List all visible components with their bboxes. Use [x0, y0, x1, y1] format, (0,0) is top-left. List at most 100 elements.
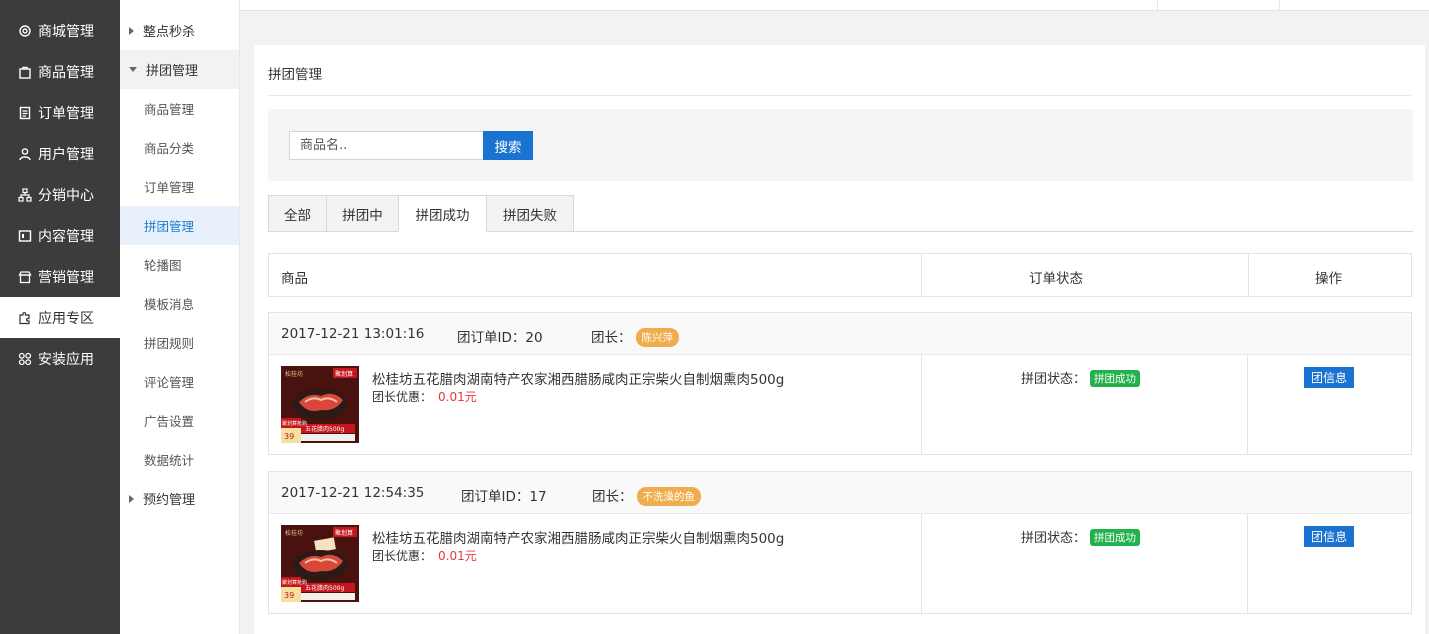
leader-badge: 陈兴萍 [635, 328, 679, 347]
nav-item-label: 营销管理 [38, 269, 94, 286]
tab-success[interactable]: 拼团成功 [398, 195, 487, 232]
column-divider [1247, 355, 1248, 455]
thumb-price: 39 [284, 432, 294, 441]
puzzle-icon [18, 311, 32, 325]
column-divider [1247, 514, 1248, 614]
leader-discount: 团长优惠： 0.01元 [372, 547, 477, 564]
sub-item-comments[interactable]: 评论管理 [120, 362, 239, 401]
tab-in-progress[interactable]: 拼团中 [326, 195, 399, 232]
sub-item-template-msg[interactable]: 模板消息 [120, 284, 239, 323]
search-input[interactable] [289, 131, 484, 160]
sub-item-group-manage[interactable]: 拼团管理 [120, 206, 239, 245]
nav-item-label: 商城管理 [38, 23, 94, 40]
caret-down-icon [129, 67, 137, 72]
sub-group-reservation[interactable]: 预约管理 [120, 479, 239, 518]
group-id-label: 团订单ID： [457, 330, 526, 346]
tab-all[interactable]: 全部 [268, 195, 327, 232]
nav-item-marketing[interactable]: 营销管理 [0, 256, 120, 297]
group-status: 拼团状态： 拼团成功 [1021, 368, 1141, 387]
sub-item-label: 评论管理 [144, 375, 195, 390]
nav-item-label: 应用专区 [38, 310, 94, 327]
group-info-button[interactable]: 团信息 [1304, 526, 1354, 547]
discount-price: 0.01元 [438, 390, 477, 404]
nav-item-label: 商品管理 [38, 64, 94, 81]
group-id-value: 20 [525, 330, 543, 346]
column-divider [921, 514, 922, 614]
sub-item-label: 数据统计 [144, 453, 195, 468]
nav-item-mall[interactable]: 商城管理 [0, 10, 120, 51]
sub-item-label: 商品管理 [144, 102, 195, 117]
sub-item-categories[interactable]: 商品分类 [120, 128, 239, 167]
main-sidebar: 商城管理 商品管理 订单管理 用户管理 分销中心 内容管理 营销管理 应用专区 … [0, 0, 120, 634]
order-date: 2017-12-21 12:54:35 [281, 485, 425, 501]
nav-item-label: 分销中心 [38, 187, 94, 204]
thumb-price: 39 [284, 591, 294, 600]
sub-item-label: 模板消息 [144, 297, 195, 312]
caret-right-icon [129, 494, 134, 503]
sub-group-flash-sale[interactable]: 整点秒杀 [120, 11, 239, 50]
divider [268, 95, 1411, 96]
column-header-action: 操作 [1315, 271, 1342, 287]
sub-item-orders[interactable]: 订单管理 [120, 167, 239, 206]
status-tabs: 全部 拼团中 拼团成功 拼团失败 [268, 195, 1413, 232]
sub-item-ads[interactable]: 广告设置 [120, 401, 239, 440]
product-thumbnail[interactable]: 松桂坊 聚划算 五花腊肉500g 聚划算抢购 39 [281, 366, 359, 443]
nav-item-distribution[interactable]: 分销中心 [0, 174, 120, 215]
order-header: 2017-12-21 12:54:35 团订单ID：17 团长： 不洗澡的鱼 [269, 472, 1411, 514]
order-header: 2017-12-21 13:01:16 团订单ID：20 团长： 陈兴萍 [269, 313, 1411, 355]
thumb-brand: 松桂坊 [285, 370, 303, 378]
product-thumbnail[interactable]: 松桂坊 聚划算 五花腊肉500g 聚划算抢购 39 [281, 525, 359, 602]
nav-item-apps[interactable]: 应用专区 [0, 297, 120, 338]
status-badge: 拼团成功 [1090, 529, 1141, 546]
nav-item-orders[interactable]: 订单管理 [0, 92, 120, 133]
column-header-status: 订单状态 [1029, 271, 1083, 287]
leader-badge: 不洗澡的鱼 [636, 487, 701, 506]
thumb-promo: 聚划算抢购 [282, 420, 307, 427]
order-body: 松桂坊 聚划算 五花腊肉500g 聚划算抢购 39 松桂坊五花腊肉湖南特产农家湘… [269, 514, 1411, 614]
group-order-id: 团订单ID：20 [457, 326, 543, 346]
sub-item-products[interactable]: 商品管理 [120, 89, 239, 128]
nav-item-install[interactable]: 安装应用 [0, 338, 120, 379]
nav-item-label: 内容管理 [38, 228, 94, 245]
product-name[interactable]: 松桂坊五花腊肉湖南特产农家湘西腊肠咸肉正宗柴火自制烟熏肉500g [372, 527, 784, 547]
caret-right-icon [129, 26, 134, 35]
discount-price: 0.01元 [438, 549, 477, 563]
tab-failed[interactable]: 拼团失败 [486, 195, 574, 232]
product-name[interactable]: 松桂坊五花腊肉湖南特产农家湘西腊肠咸肉正宗柴火自制烟熏肉500g [372, 368, 784, 388]
sub-item-label: 广告设置 [144, 414, 195, 429]
status-badge: 拼团成功 [1090, 370, 1141, 387]
group-status: 拼团状态： 拼团成功 [1021, 527, 1141, 546]
group-id-label: 团订单ID： [461, 489, 530, 505]
hierarchy-icon [18, 187, 32, 202]
nav-item-products[interactable]: 商品管理 [0, 51, 120, 92]
topbar-divider [1279, 0, 1280, 11]
group-leader: 团长： 不洗澡的鱼 [592, 485, 701, 506]
topbar-divider [1157, 0, 1158, 11]
search-button[interactable]: 搜索 [483, 131, 533, 160]
leader-discount: 团长优惠： 0.01元 [372, 388, 477, 405]
nav-item-users[interactable]: 用户管理 [0, 133, 120, 174]
thumb-banner: 五花腊肉500g [305, 425, 344, 433]
sub-item-label: 轮播图 [144, 258, 182, 273]
sub-group-label: 整点秒杀 [143, 25, 196, 40]
store-icon [18, 270, 32, 284]
column-header-product: 商品 [281, 271, 308, 287]
user-icon [18, 147, 32, 161]
top-bar [240, 0, 1429, 11]
table-header: 商品 订单状态 操作 [268, 253, 1412, 297]
discount-label: 团长优惠： [372, 390, 433, 404]
column-divider [921, 355, 922, 455]
discount-label: 团长优惠： [372, 549, 433, 563]
sub-item-carousel[interactable]: 轮播图 [120, 245, 239, 284]
sub-item-label: 订单管理 [144, 180, 195, 195]
sub-group-group-buy[interactable]: 拼团管理 [120, 50, 239, 89]
sub-group-label: 预约管理 [143, 493, 196, 508]
column-divider [1248, 254, 1249, 296]
bag-icon [18, 65, 32, 79]
nav-item-content[interactable]: 内容管理 [0, 215, 120, 256]
sub-item-stats[interactable]: 数据统计 [120, 440, 239, 479]
group-info-button[interactable]: 团信息 [1304, 367, 1354, 388]
column-divider [921, 254, 922, 296]
group-leader: 团长： 陈兴萍 [591, 326, 679, 347]
sub-item-rules[interactable]: 拼团规则 [120, 323, 239, 362]
